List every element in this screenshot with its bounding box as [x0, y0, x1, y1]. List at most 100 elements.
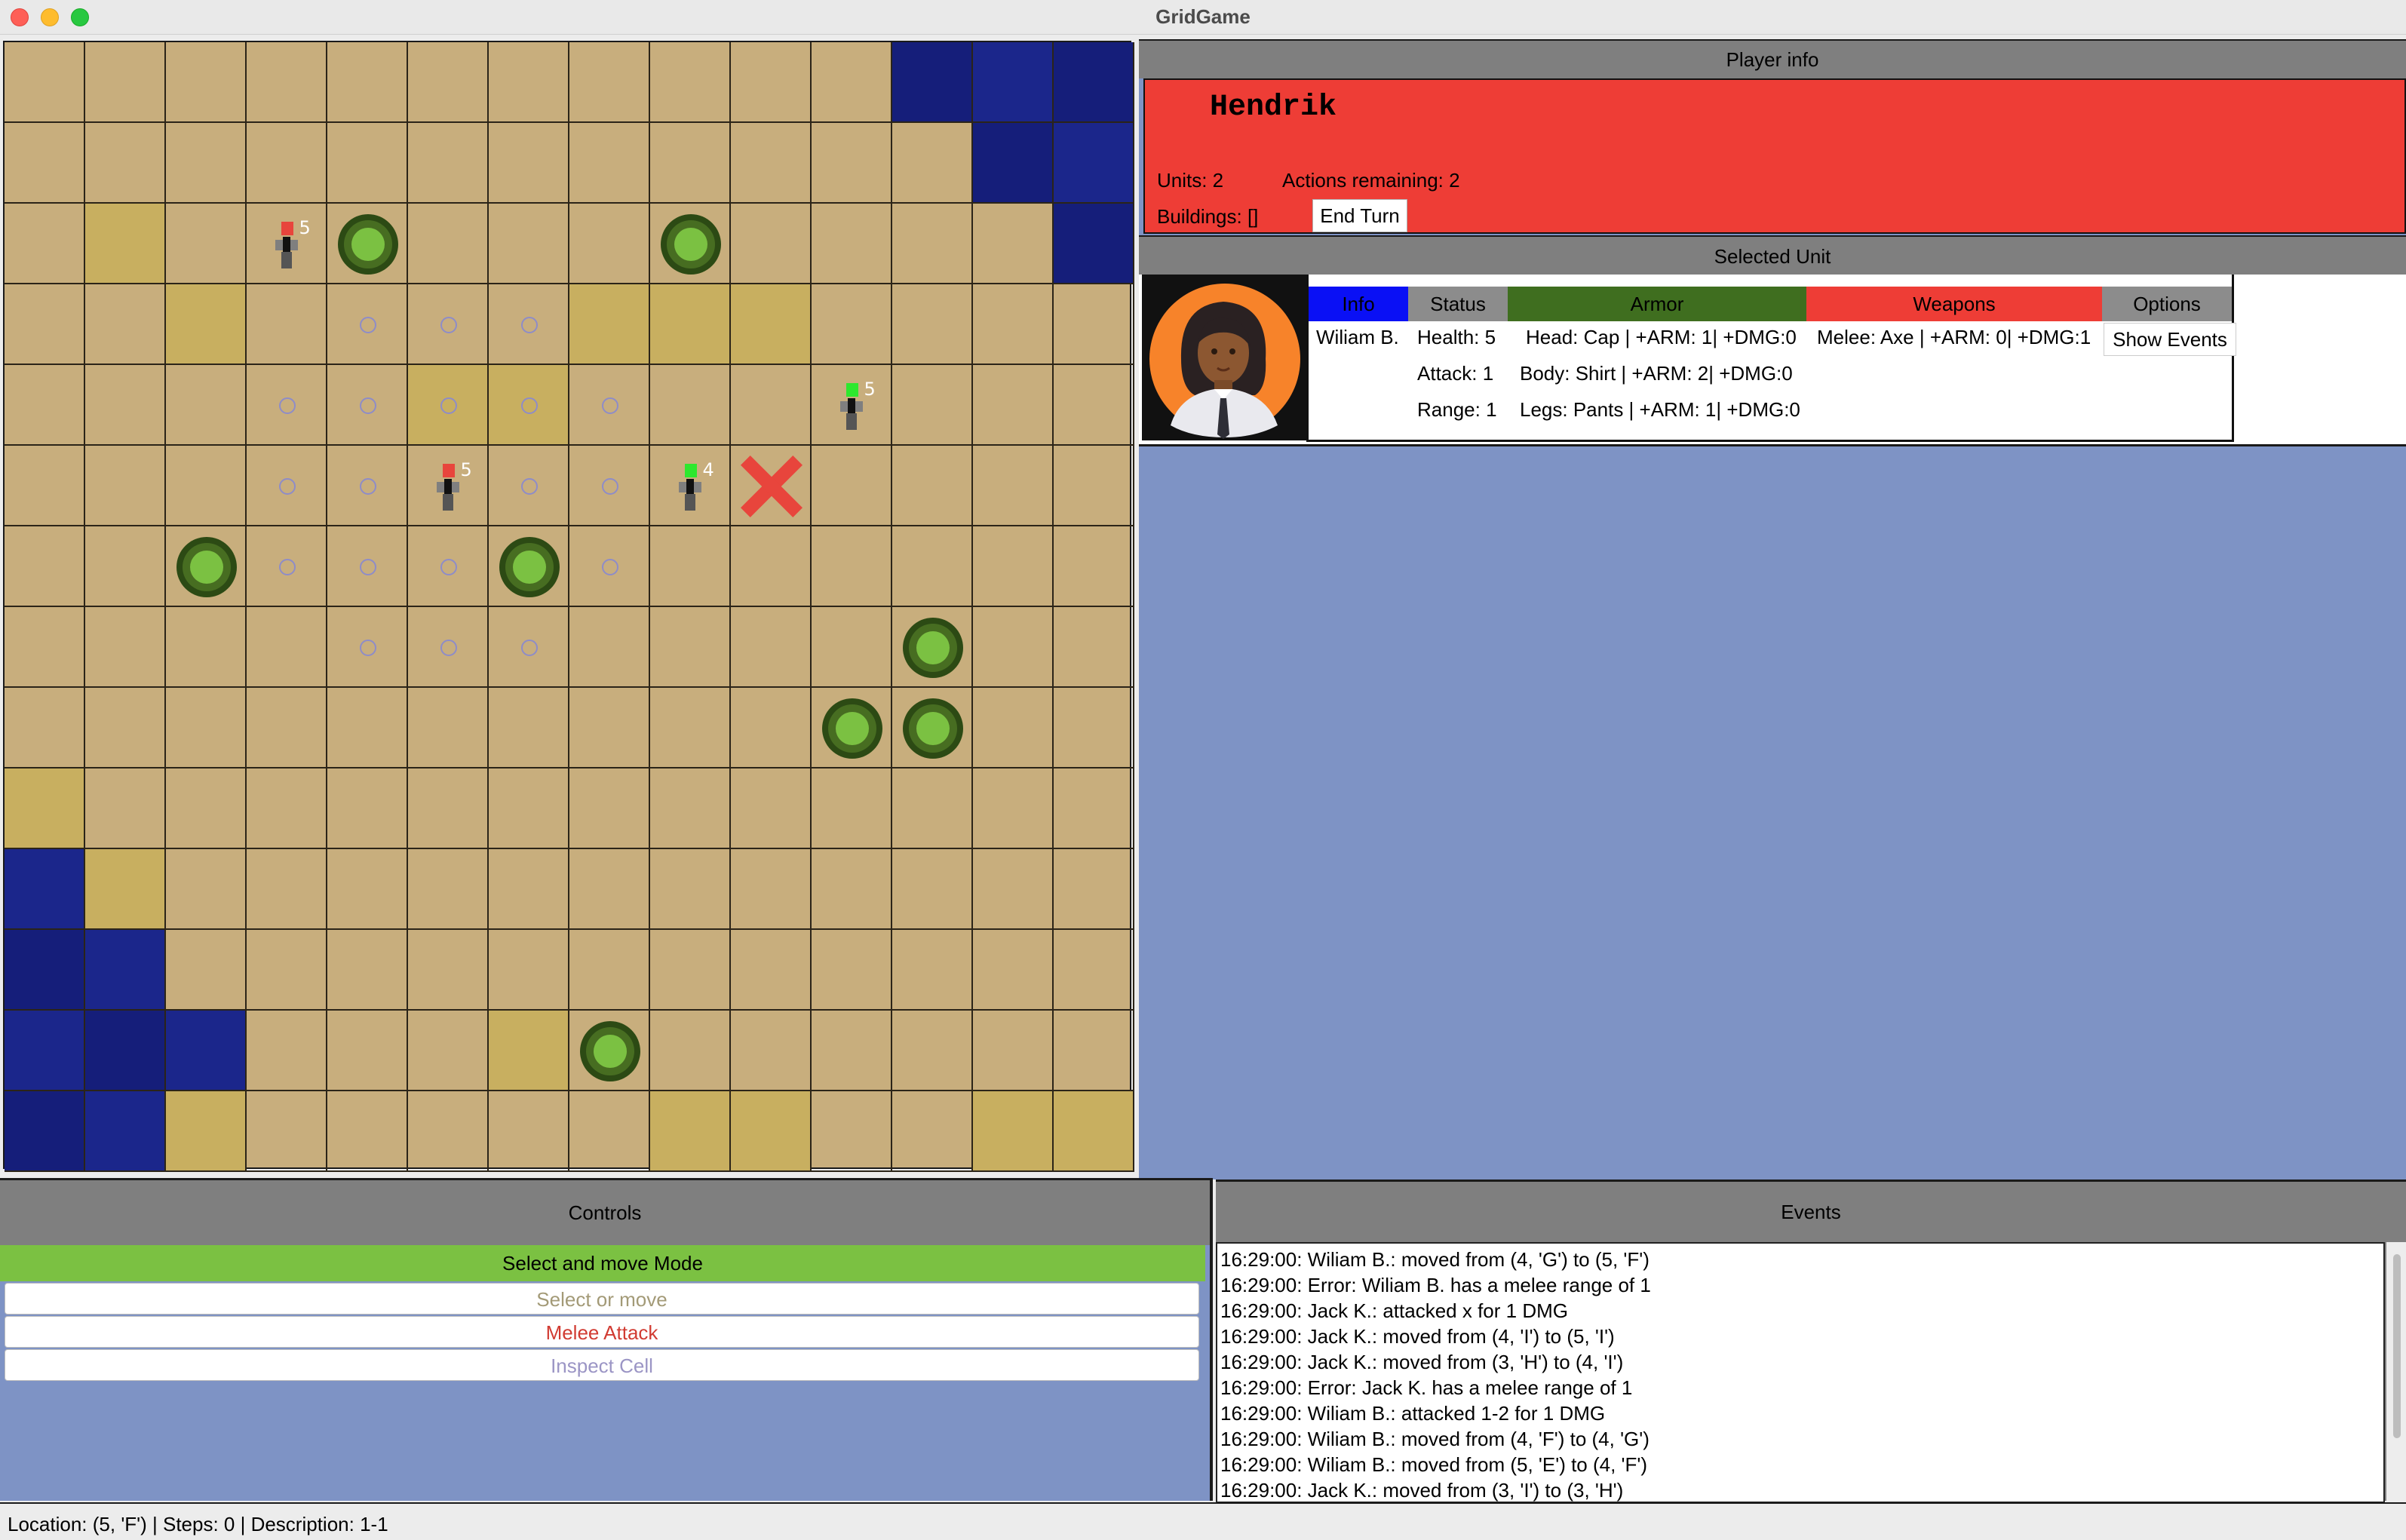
unit-health: Health: 5 [1417, 326, 1496, 348]
end-turn-button[interactable]: End Turn [1312, 199, 1407, 232]
melee-attack-button[interactable]: Melee Attack [5, 1316, 1199, 1348]
move-range-marker [440, 397, 457, 414]
unit-name: Wiliam B. [1316, 326, 1399, 348]
unit-legs [845, 413, 857, 430]
select-or-move-button[interactable]: Select or move [5, 1283, 1199, 1315]
avatar [1149, 284, 1300, 439]
player-name: Hendrik [1210, 90, 1337, 124]
event-line: 16:29:00: Error: Jack K. has a melee ran… [1220, 1376, 1633, 1399]
actions-remaining: Actions remaining: 2 [1282, 169, 1460, 192]
team-flag [845, 383, 858, 397]
event-line: 16:29:00: Jack K.: attacked x for 1 DMG [1220, 1299, 1568, 1322]
scrollbar-thumb[interactable] [2393, 1254, 2401, 1438]
armor-head: Head: Cap | +ARM: 1| +DMG:0 [1526, 326, 1797, 348]
team-flag [442, 464, 455, 477]
event-line: 16:29:00: Jack K.: moved from (4, 'I') t… [1220, 1325, 1615, 1348]
move-range-marker [278, 558, 296, 575]
tab-armor[interactable]: Armor [1508, 287, 1806, 321]
tree-icon [660, 213, 721, 275]
unit-hp-label: 5 [864, 379, 876, 400]
unit-range: Range: 1 [1417, 398, 1497, 421]
armor-legs: Legs: Pants | +ARM: 1| +DMG:0 [1520, 398, 1800, 421]
team-flag [684, 464, 697, 477]
move-range-marker [520, 477, 538, 495]
target-x-icon [739, 454, 804, 519]
controls-panel: Controls Select and move Mode Select or … [0, 1178, 1213, 1501]
move-range-marker [440, 639, 457, 656]
move-range-marker [278, 397, 296, 414]
unit-core [686, 479, 694, 495]
weapon-melee: Melee: Axe | +ARM: 0| +DMG:1 [1817, 326, 2091, 348]
event-line: 16:29:00: Wiliam B.: moved from (4, 'F')… [1220, 1428, 1650, 1450]
unit-hp-label: 5 [460, 459, 472, 480]
tree-icon [579, 1020, 640, 1081]
tab-info[interactable]: Info [1309, 287, 1408, 321]
move-range-marker [440, 316, 457, 333]
move-range-marker [359, 558, 376, 575]
tree-icon [902, 698, 963, 759]
unit-attack: Attack: 1 [1417, 362, 1494, 385]
move-range-marker [601, 558, 618, 575]
event-line: 16:29:00: Wiliam B.: moved from (5, 'E')… [1220, 1453, 1648, 1476]
unit-legs [442, 494, 453, 511]
tab-options[interactable]: Options [2102, 287, 2232, 321]
unit-legs [684, 494, 695, 511]
status-bar: Location: (5, 'F') | Steps: 0 | Descript… [0, 1502, 2406, 1540]
unit-hp-label: 4 [702, 459, 714, 480]
events-panel: Events 16:29:00: Wiliam B.: moved from (… [1216, 1180, 2406, 1503]
player-units-count: Units: 2 [1157, 169, 1224, 192]
show-events-button[interactable]: Show Events [2104, 323, 2236, 356]
move-range-marker [520, 397, 538, 414]
tree-icon [337, 213, 398, 275]
unit-sprite[interactable]: 5 [432, 459, 472, 511]
move-range-marker [601, 397, 618, 414]
tab-weapons[interactable]: Weapons [1806, 287, 2102, 321]
unit-sprite[interactable]: 5 [271, 217, 311, 268]
unit-hp-label: 5 [299, 217, 311, 238]
event-line: 16:29:00: Error: Wiliam B. has a melee r… [1220, 1274, 1651, 1296]
mode-indicator: Select and move Mode [0, 1245, 1205, 1281]
unit-portrait [1142, 275, 1306, 440]
info-panel: Player info Hendrik Units: 2 Actions rem… [1139, 39, 2406, 1180]
unit-sprite[interactable]: 5 [836, 379, 876, 430]
unit-core [847, 398, 855, 415]
player-info-box: Hendrik Units: 2 Actions remaining: 2 Bu… [1143, 78, 2406, 234]
move-range-marker [359, 316, 376, 333]
controls-header: Controls [0, 1180, 1210, 1245]
game-board[interactable]: 5 5 5 4 [3, 41, 1134, 1172]
move-range-marker [278, 477, 296, 495]
selected-unit-box: Info Status Armor Weapons Options Wiliam… [1139, 275, 2406, 446]
board-overlay: 5 5 5 4 [5, 42, 1133, 1170]
tab-status[interactable]: Status [1408, 287, 1508, 321]
team-flag [281, 222, 293, 235]
player-buildings: Buildings: [] [1157, 205, 1259, 228]
event-line: 16:29:00: Jack K.: moved from (3, 'H') t… [1220, 1351, 1624, 1373]
unit-core [443, 479, 452, 495]
unit-legs [281, 252, 292, 268]
unit-core [282, 237, 290, 253]
player-info-header: Player info [1139, 39, 2406, 78]
move-range-marker [520, 316, 538, 333]
event-line: 16:29:00: Wiliam B.: moved from (4, 'G')… [1220, 1248, 1650, 1271]
selected-unit-header: Selected Unit [1139, 235, 2406, 276]
events-log[interactable]: 16:29:00: Wiliam B.: moved from (4, 'G')… [1216, 1242, 2385, 1503]
status-text: Location: (5, 'F') | Steps: 0 | Descript… [8, 1513, 388, 1535]
move-range-marker [520, 639, 538, 656]
title-bar: GridGame [0, 0, 2406, 35]
move-range-marker [359, 397, 376, 414]
move-range-marker [359, 477, 376, 495]
events-scrollbar[interactable] [2386, 1242, 2406, 1503]
move-range-marker [359, 639, 376, 656]
move-range-marker [440, 558, 457, 575]
tree-icon [176, 536, 237, 597]
event-line: 16:29:00: Jack K.: moved from (3, 'I') t… [1220, 1479, 1624, 1502]
tree-icon [499, 536, 560, 597]
events-header: Events [1781, 1201, 1841, 1223]
armor-body: Body: Shirt | +ARM: 2| +DMG:0 [1520, 362, 1793, 385]
window-title: GridGame [1155, 5, 1251, 28]
move-range-marker [601, 477, 618, 495]
inspect-cell-button[interactable]: Inspect Cell [5, 1349, 1199, 1381]
unit-details: Info Status Armor Weapons Options Wiliam… [1306, 275, 2236, 442]
tree-icon [902, 617, 963, 678]
unit-sprite[interactable]: 4 [674, 459, 714, 511]
